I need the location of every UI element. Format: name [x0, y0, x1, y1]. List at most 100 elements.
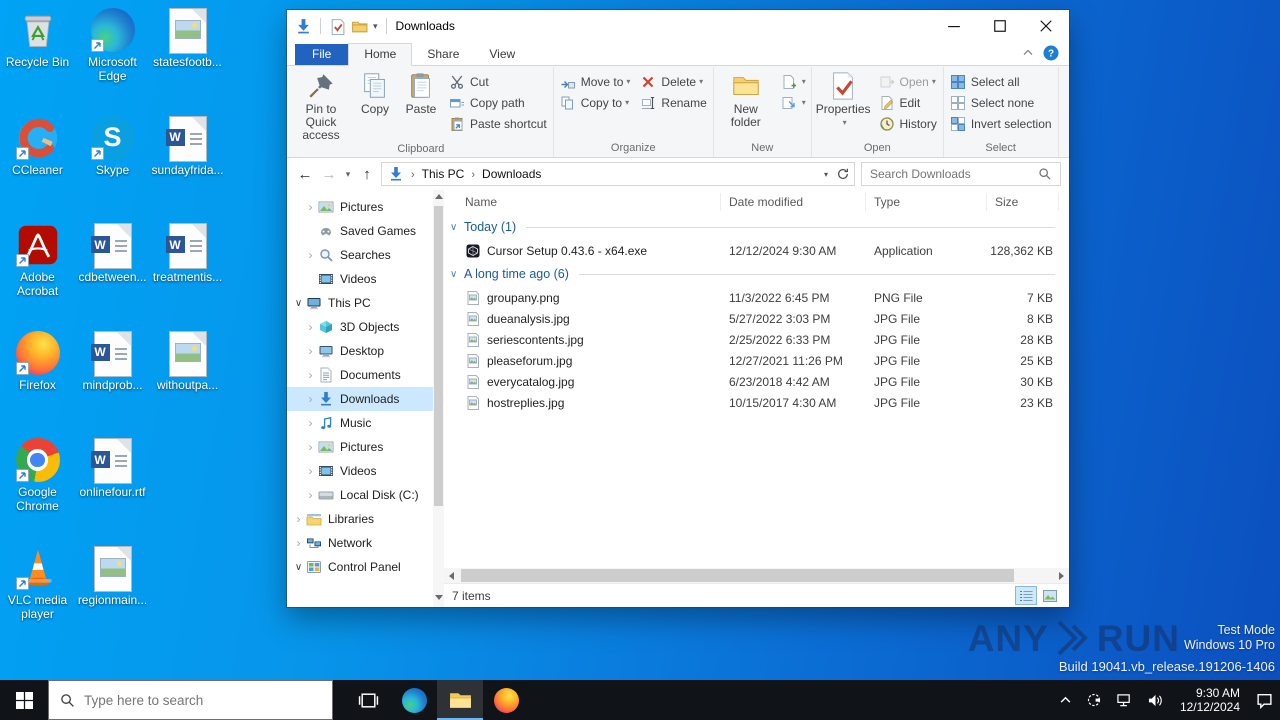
desktop-icon-ccleaner[interactable]: CCleaner	[0, 116, 75, 177]
chevron-collapsed-icon[interactable]: ›	[305, 248, 316, 262]
cut-button[interactable]: Cut	[444, 71, 552, 92]
chevron-collapsed-icon[interactable]: ›	[293, 512, 304, 526]
desktop-icon-regionmain[interactable]: regionmain...	[75, 546, 150, 621]
chevron-expanded-icon[interactable]: ∨	[293, 298, 304, 309]
tab-home[interactable]: Home	[348, 43, 412, 66]
refresh-icon[interactable]	[836, 167, 850, 181]
chevron-collapsed-icon[interactable]: ›	[305, 392, 316, 406]
chevron-collapsed-icon[interactable]: ›	[305, 464, 316, 478]
chevron-collapsed-icon[interactable]: ›	[305, 320, 316, 334]
taskbar-search-input[interactable]	[84, 693, 321, 708]
properties-button[interactable]: Properties▾	[813, 67, 874, 129]
scroll-left-icon[interactable]	[444, 568, 459, 583]
desktop-icon-microsoft-edge[interactable]: Microsoft Edge	[75, 8, 150, 83]
desktop-icon-google-chrome[interactable]: Google Chrome	[0, 438, 75, 513]
pin-to-quick-access-button[interactable]: Pin to Quick access	[290, 67, 352, 142]
qat-properties-icon[interactable]	[329, 18, 346, 35]
chevron-expanded-icon[interactable]: ∨	[293, 562, 304, 573]
chevron-collapsed-icon[interactable]: ›	[305, 488, 316, 502]
tab-file[interactable]: File	[295, 44, 348, 65]
action-center-icon[interactable]	[1249, 680, 1280, 720]
chevron-collapsed-icon[interactable]: ›	[305, 368, 316, 382]
sidebar-item-this-pc[interactable]: ∨This PC	[287, 291, 444, 315]
maximize-button[interactable]	[977, 10, 1023, 42]
sidebar-item-downloads[interactable]: ›Downloads	[287, 387, 444, 411]
chevron-collapsed-icon[interactable]: ›	[293, 536, 304, 550]
open-button[interactable]: Open▾	[874, 71, 942, 92]
thumbnail-view-button[interactable]	[1039, 586, 1061, 605]
scroll-right-icon[interactable]	[1054, 568, 1069, 583]
titlebar[interactable]: ▾ Downloads	[287, 10, 1069, 42]
desktop-icon-firefox[interactable]: Firefox	[0, 331, 75, 392]
sidebar-item-3d-objects[interactable]: ›3D Objects	[287, 315, 444, 339]
tab-share[interactable]: Share	[412, 44, 474, 65]
sidebar-item-searches[interactable]: ›Searches	[287, 243, 444, 267]
details-view-button[interactable]	[1015, 586, 1037, 605]
up-button[interactable]: ↑	[355, 162, 379, 186]
file-group-header[interactable]: ∨Today (1)	[444, 214, 1069, 240]
close-button[interactable]	[1023, 10, 1069, 42]
desktop-icon-cdbetween[interactable]: Wcdbetween...	[75, 223, 150, 298]
breadcrumb-this-pc[interactable]: This PC	[422, 167, 465, 181]
scroll-up-icon[interactable]	[435, 194, 443, 199]
collapse-ribbon-icon[interactable]	[1023, 49, 1033, 57]
qat-customize-caret-icon[interactable]: ▾	[373, 21, 378, 32]
address-box[interactable]: ›This PC›Downloads ▾	[381, 162, 855, 186]
file-row-seriescontents-jpg[interactable]: seriescontents.jpg2/25/2022 6:33 PMJPG F…	[444, 329, 1069, 350]
sidebar-item-pictures[interactable]: ›Pictures	[287, 435, 444, 459]
file-row-groupany-png[interactable]: groupany.png11/3/2022 6:45 PMPNG File7 K…	[444, 287, 1069, 308]
search-icon[interactable]	[1038, 167, 1052, 181]
sidebar-item-libraries[interactable]: ›Libraries	[287, 507, 444, 531]
nav-vertical-scrollbar[interactable]	[433, 190, 444, 607]
desktop-icon-sundayfrida[interactable]: Wsundayfrida...	[150, 116, 225, 177]
chevron-collapsed-icon[interactable]: ›	[305, 416, 316, 430]
sidebar-item-documents[interactable]: ›Documents	[287, 363, 444, 387]
desktop-icon-vlc-media-player[interactable]: VLC media player	[0, 546, 75, 621]
file-row-hostreplies-jpg[interactable]: hostreplies.jpg10/15/2017 4:30 AMJPG Fil…	[444, 392, 1069, 413]
desktop-icon-adobe-acrobat[interactable]: Adobe Acrobat	[0, 223, 75, 298]
paste-button[interactable]: Paste	[398, 67, 444, 116]
sidebar-item-desktop[interactable]: ›Desktop	[287, 339, 444, 363]
scroll-down-icon[interactable]	[435, 595, 443, 600]
sidebar-item-network[interactable]: ›Network	[287, 531, 444, 555]
copy-path-button[interactable]: Copy path	[444, 92, 552, 113]
select-all-button[interactable]: Select all	[945, 71, 1057, 92]
volume-icon[interactable]	[1140, 680, 1171, 720]
sidebar-item-saved-games[interactable]: Saved Games	[287, 219, 444, 243]
desktop-icon-mindprob[interactable]: Wmindprob...	[75, 331, 150, 392]
sidebar-item-music[interactable]: ›Music	[287, 411, 444, 435]
column-header-type[interactable]: Type	[866, 193, 987, 211]
taskbar-file-explorer-icon[interactable]	[437, 680, 483, 720]
desktop-icon-withoutpa[interactable]: withoutpa...	[150, 331, 225, 392]
edit-button[interactable]: Edit	[874, 92, 942, 113]
copy-to-button[interactable]: Copy to▾	[555, 92, 636, 113]
sidebar-item-videos[interactable]: ›Videos	[287, 459, 444, 483]
tray-expand-icon[interactable]	[1052, 680, 1079, 720]
easy-access-button[interactable]: ▾	[777, 92, 810, 113]
address-dropdown-caret-icon[interactable]: ▾	[824, 170, 828, 179]
chevron-expanded-icon[interactable]: ∨	[450, 222, 464, 233]
hscrollbar-thumb[interactable]	[461, 569, 1014, 582]
file-row-everycatalog-jpg[interactable]: everycatalog.jpg6/23/2018 4:42 AMJPG Fil…	[444, 371, 1069, 392]
desktop-icon-skype[interactable]: Skype	[75, 116, 150, 177]
minimize-button[interactable]	[931, 10, 977, 42]
chevron-collapsed-icon[interactable]: ›	[305, 344, 316, 358]
desktop-icon-recycle-bin[interactable]: Recycle Bin	[0, 8, 75, 83]
file-row-pleaseforum-jpg[interactable]: pleaseforum.jpg12/27/2021 11:26 PMJPG Fi…	[444, 350, 1069, 371]
help-icon[interactable]: ?	[1043, 45, 1059, 61]
search-box[interactable]	[861, 162, 1061, 186]
back-button[interactable]: ←	[293, 162, 317, 186]
chevron-expanded-icon[interactable]: ∨	[450, 269, 464, 280]
search-input[interactable]	[870, 167, 1038, 181]
history-button[interactable]: History	[874, 113, 942, 134]
taskbar-firefox-icon[interactable]	[483, 680, 529, 720]
horizontal-scrollbar[interactable]	[444, 568, 1069, 583]
invert-selection-button[interactable]: Invert selection	[945, 113, 1057, 134]
network-icon[interactable]	[1109, 680, 1140, 720]
qat-new-folder-icon[interactable]	[351, 18, 368, 35]
taskbar-search[interactable]	[48, 680, 333, 720]
chevron-collapsed-icon[interactable]: ›	[305, 200, 316, 214]
column-header-size[interactable]: Size	[987, 193, 1059, 211]
file-row-dueanalysis-jpg[interactable]: dueanalysis.jpg5/27/2022 3:03 PMJPG File…	[444, 308, 1069, 329]
recent-locations-caret-icon[interactable]: ▾	[341, 162, 355, 186]
